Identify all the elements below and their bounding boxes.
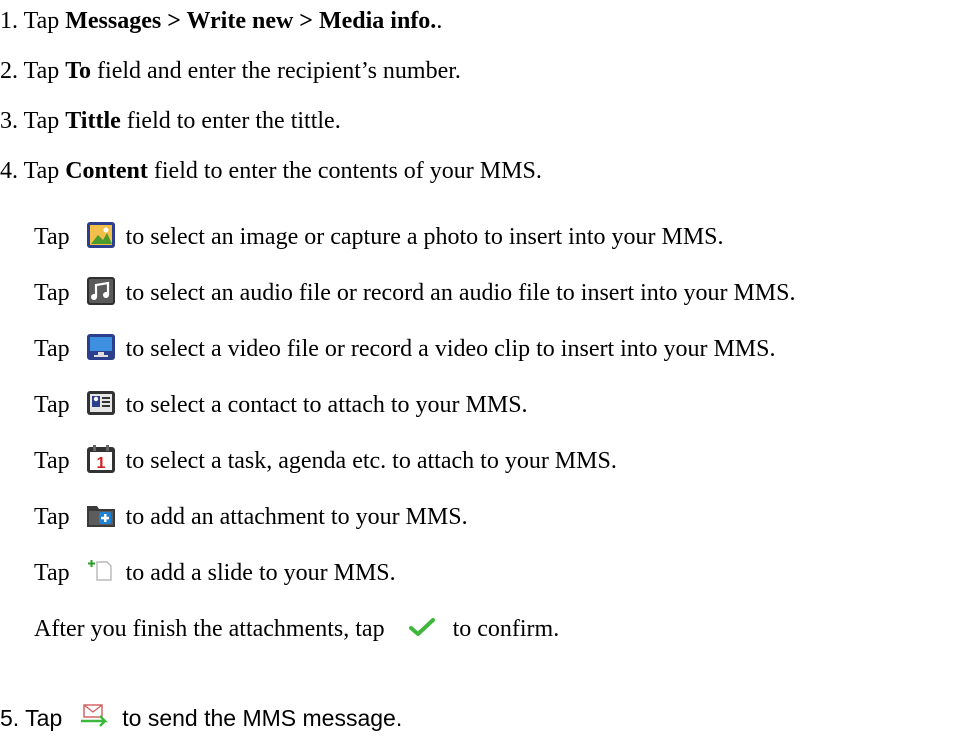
finish-text: to confirm. [452,616,560,642]
step-text: to send the MMS message. [122,705,403,731]
step-text: . [436,8,443,34]
calendar-icon: 1 [86,444,116,474]
checkmark-icon [407,612,437,642]
step-5: 5. Tap to send the MMS message. [0,702,402,732]
step-number: 3. [0,108,18,134]
step-1: 1. Tap Messages > Write new > Media info… [0,6,442,36]
add-attachment-icon [86,500,116,530]
step-number: 1. [0,8,18,34]
step-text: Tap [25,705,63,731]
item-text: to add an attachment to your MMS. [125,504,468,530]
step-text: field to enter the tittle. [120,108,341,134]
attach-item-attachment: Tap to add an attachment to your MMS. [34,500,468,530]
step-2: 2. Tap To field and enter the recipient’… [0,56,461,86]
svg-text:1: 1 [96,455,105,472]
audio-icon [86,276,116,306]
tap-label: Tap [34,280,70,306]
image-icon [86,220,116,250]
item-text: to select a contact to attach to your MM… [125,392,528,418]
item-text: to select an image or capture a photo to… [125,224,724,250]
item-text: to add a slide to your MMS. [125,560,396,586]
contact-icon [86,388,116,418]
add-slide-icon [86,556,116,586]
step-bold: Content [65,158,148,184]
step-text: Tap [23,108,66,134]
attach-item-audio: Tap to select an audio file or record an… [34,276,795,306]
send-mms-icon [78,702,109,732]
video-icon [86,332,116,362]
step-text: field to enter the contents of your MMS. [147,158,542,184]
tap-label: Tap [34,560,70,586]
step-bold: Messages > Write new > Media info. [65,8,437,34]
item-text: to select a video file or record a video… [125,336,776,362]
finish-line: After you finish the attachments, tap to… [34,612,559,642]
step-number: 4. [0,158,18,184]
step-text: Tap [23,58,66,84]
attach-item-image: Tap to select an image or capture a phot… [34,220,724,250]
step-text: Tap [23,8,66,34]
tap-label: Tap [34,336,70,362]
step-bold: Tittle [65,108,121,134]
step-4: 4. Tap Content field to enter the conten… [0,156,542,186]
step-number: 5. [0,705,20,731]
item-text: to select an audio file or record an aud… [125,280,796,306]
step-text: Tap [23,158,66,184]
item-text: to select a task, agenda etc. to attach … [125,448,617,474]
step-text: field and enter the recipient’s number. [91,58,461,84]
attach-item-contact: Tap to select a contact to attach to you… [34,388,528,418]
step-bold: To [65,58,92,84]
tap-label: Tap [34,392,70,418]
attach-item-slide: Tap to add a slide to your MMS. [34,556,396,586]
tap-label: Tap [34,504,70,530]
step-3: 3. Tap Tittle field to enter the tittle. [0,106,341,136]
finish-text: After you finish the attachments, tap [34,616,385,642]
step-number: 2. [0,58,18,84]
attach-item-video: Tap to select a video file or record a v… [34,332,775,362]
tap-label: Tap [34,224,70,250]
attach-item-calendar: Tap 1 to select a task, agenda etc. to a… [34,444,617,474]
tap-label: Tap [34,448,70,474]
